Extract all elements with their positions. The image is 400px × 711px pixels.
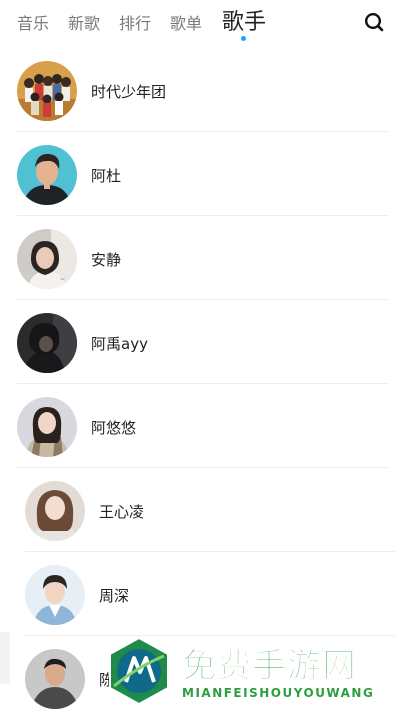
tab-music[interactable]: 音乐 <box>17 10 49 34</box>
tab-charts[interactable]: 排行 <box>119 10 151 34</box>
list-item[interactable]: 时代少年团 <box>17 48 388 132</box>
tab-singers[interactable]: 歌手 <box>222 4 266 36</box>
singer-name: 周深 <box>99 587 130 605</box>
avatar <box>25 481 85 541</box>
avatar <box>17 397 77 457</box>
avatar: ~ <box>17 229 77 289</box>
avatar <box>25 565 85 625</box>
watermark-logo-icon <box>104 636 174 706</box>
tab-playlists[interactable]: 歌单 <box>170 10 202 34</box>
list-item[interactable]: 阿悠悠 <box>17 384 388 468</box>
list-item[interactable]: 阿杜 <box>17 132 388 216</box>
edge-strip <box>0 632 10 684</box>
active-tab-indicator <box>241 36 246 41</box>
singer-name: 阿悠悠 <box>91 419 137 437</box>
svg-text:~: ~ <box>60 276 65 283</box>
top-tab-bar: 音乐 新歌 排行 歌单 歌手 <box>0 0 400 46</box>
list-item[interactable]: 阿禹ayy <box>17 300 388 384</box>
list-item[interactable]: 王心凌 <box>25 468 395 552</box>
list-item[interactable]: ~ 安静 <box>17 216 388 300</box>
singer-name: 阿杜 <box>91 167 122 185</box>
avatar <box>17 61 77 121</box>
tab-new-songs[interactable]: 新歌 <box>68 10 100 34</box>
singer-name: 时代少年团 <box>91 83 167 101</box>
avatar <box>25 649 85 709</box>
app-screen: 音乐 新歌 排行 歌单 歌手 时代少年团 阿杜 ~ 安静 阿禹ayy 阿悠悠 王… <box>0 0 400 711</box>
singer-name: 阿禹ayy <box>91 335 148 353</box>
singer-name: 安静 <box>91 251 122 269</box>
avatar <box>17 313 77 373</box>
singer-name: 王心凌 <box>99 503 145 521</box>
watermark-subtitle: MIANFEISHOUYOUWANG <box>182 686 375 700</box>
watermark: 免费手游网 MIANFEISHOUYOUWANG <box>100 636 400 711</box>
avatar <box>17 145 77 205</box>
watermark-title: 免费手游网 <box>182 646 357 687</box>
search-icon[interactable] <box>364 12 384 32</box>
list-item[interactable]: 周深 <box>25 552 395 636</box>
